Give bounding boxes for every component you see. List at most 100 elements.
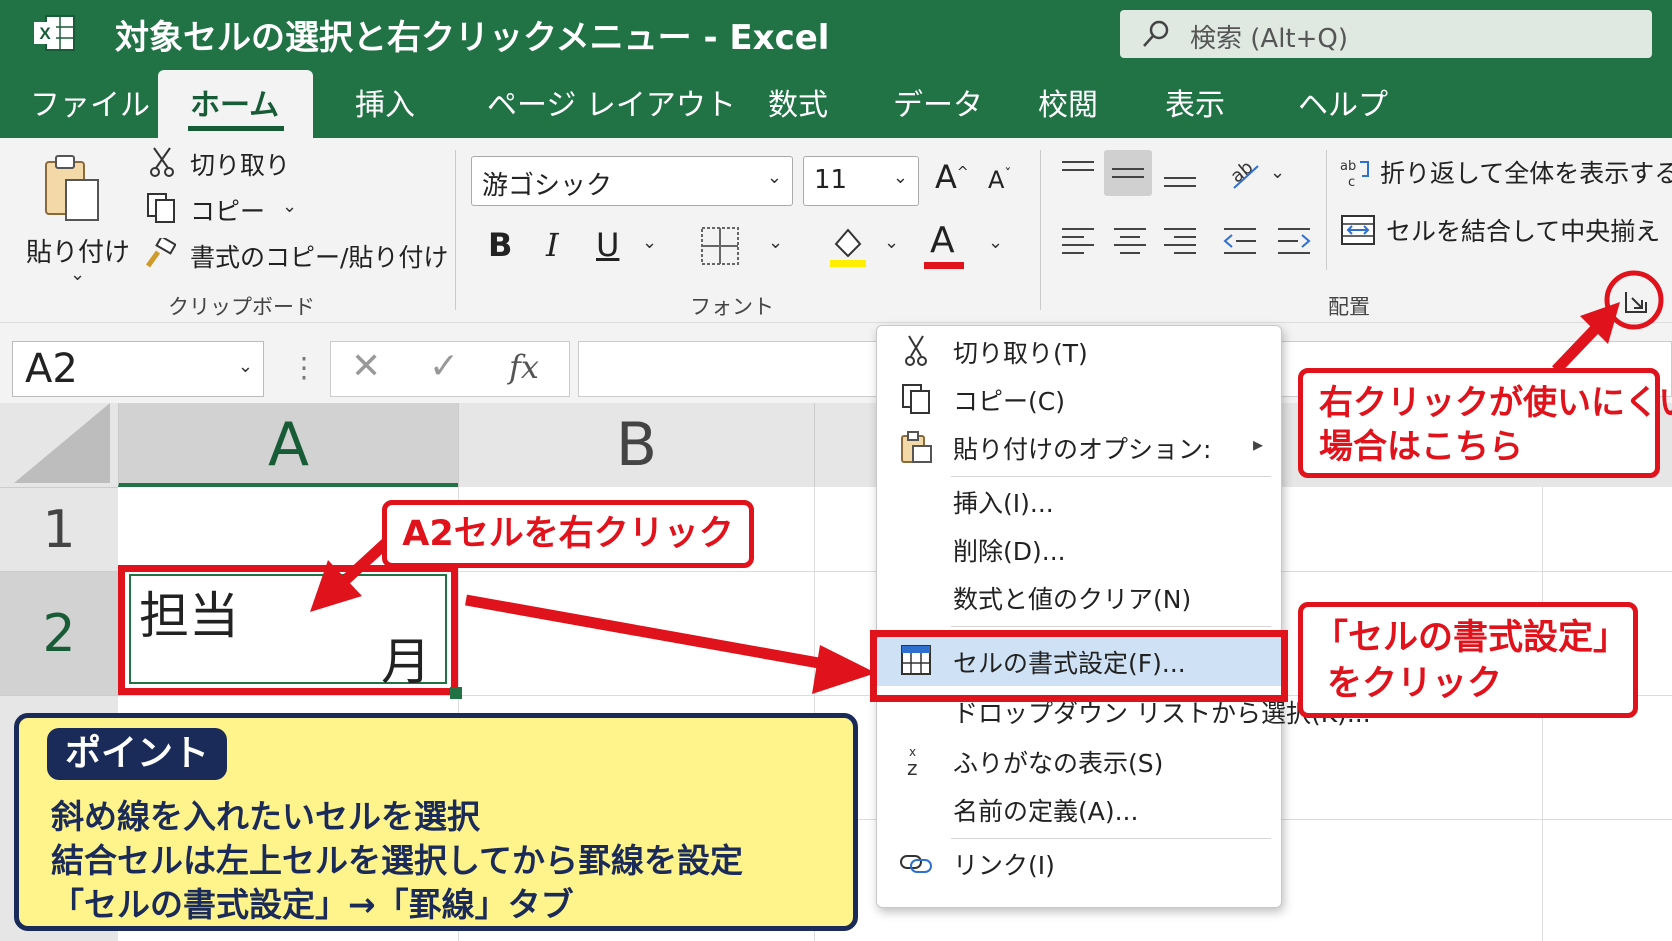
callout-click-a2-text: A2セルを右クリック (402, 514, 734, 554)
row-header-1[interactable]: 1 (0, 487, 118, 571)
menu-item-show-phonetic[interactable]: x z ふりがなの表示(S) (877, 738, 1281, 784)
cut-button[interactable]: 切り取り (190, 146, 290, 182)
tab-file[interactable]: ファイル (30, 80, 150, 124)
menu-item-delete[interactable]: 削除(D)... (877, 526, 1281, 572)
menu-item-paste-options[interactable]: 貼り付けのオプション: ▸ (877, 424, 1281, 470)
fill-color-dropdown-icon[interactable]: ⌄ (884, 232, 899, 253)
paste-button[interactable]: 貼り付け ⌄ (18, 150, 130, 290)
tab-data[interactable]: データ (893, 80, 983, 124)
copy-button[interactable]: コピー (190, 192, 265, 228)
tab-view[interactable]: 表示 (1165, 80, 1225, 124)
menu-separator (951, 626, 1271, 627)
insert-function-button[interactable]: fx (509, 348, 539, 386)
callout-right-click-hard-line1: 右クリックが使いにくい (1319, 383, 1672, 423)
ribbon-separator (455, 150, 456, 310)
cancel-icon[interactable]: ✕ (351, 346, 381, 387)
font-color-dropdown-icon[interactable]: ⌄ (988, 232, 1003, 253)
font-name-combo[interactable]: 游ゴシック ⌄ (471, 156, 793, 206)
svg-text:X: X (39, 24, 51, 43)
enter-icon[interactable]: ✓ (429, 346, 459, 387)
svg-text:z: z (907, 756, 918, 778)
search-placeholder: 検索 (Alt+Q) (1190, 24, 1349, 54)
menu-item-label: 数式と値のクリア(N) (953, 585, 1192, 614)
align-right-icon[interactable] (1162, 226, 1198, 256)
column-header-a[interactable]: A (118, 403, 458, 487)
select-all-triangle-icon (14, 403, 110, 483)
column-header-b[interactable]: B (458, 403, 814, 487)
tab-help[interactable]: ヘルプ (1298, 80, 1388, 124)
merge-center-button[interactable]: セルを結合して中央揃え (1386, 212, 1660, 248)
align-bottom-icon[interactable] (1162, 160, 1198, 190)
context-menu: 切り取り(T) コピー(C) 貼り付けのオプション: ▸ 挿入(I)... 削除… (876, 325, 1371, 908)
paste-dropdown-icon[interactable]: ⌄ (70, 264, 85, 285)
shrink-font-button[interactable]: Aˇ (988, 166, 1011, 194)
tab-formulas[interactable]: 数式 (768, 80, 828, 124)
search-icon (1143, 20, 1169, 47)
align-middle-button[interactable] (1104, 150, 1152, 196)
menu-item-insert[interactable]: 挿入(I)... (877, 478, 1281, 524)
orientation-dropdown-icon[interactable]: ⌄ (1270, 162, 1285, 183)
font-color-swatch (924, 262, 964, 269)
align-top-icon[interactable] (1060, 158, 1096, 188)
font-size-combo[interactable]: 11 ⌄ (803, 156, 919, 206)
search-box[interactable]: 検索 (Alt+Q) (1120, 10, 1652, 58)
align-left-icon[interactable] (1060, 226, 1096, 256)
cell-a2[interactable]: 担当 月 (118, 565, 462, 699)
fill-handle[interactable] (450, 687, 462, 699)
tab-home[interactable]: ホーム (190, 80, 279, 124)
tab-home-underline (188, 126, 284, 131)
callout-click-a2: A2セルを右クリック (382, 500, 754, 568)
row-header-2[interactable]: 2 (0, 571, 118, 695)
submenu-arrow-icon: ▸ (1252, 432, 1263, 456)
font-size-value: 11 (814, 165, 848, 195)
wrap-text-button[interactable]: 折り返して全体を表示する (1380, 154, 1672, 190)
menu-item-link[interactable]: リンク(I) (877, 840, 1281, 886)
fill-color-icon[interactable] (828, 224, 868, 268)
font-name-value: 游ゴシック (482, 171, 613, 201)
tab-insert[interactable]: 挿入 (355, 80, 415, 124)
align-middle-icon (1112, 168, 1144, 178)
format-painter-button[interactable]: 書式のコピー/貼り付け (190, 238, 448, 274)
menu-item-clear-contents[interactable]: 数式と値のクリア(N) (877, 574, 1281, 620)
bold-button[interactable]: B (488, 226, 512, 264)
italic-button[interactable]: I (546, 226, 559, 264)
underline-button[interactable]: U (596, 226, 619, 264)
menu-item-label: 貼り付けのオプション: (953, 435, 1212, 464)
merge-center-dropdown-icon[interactable]: ⌄ (1640, 216, 1655, 237)
menu-item-define-name[interactable]: 名前の定義(A)... (877, 786, 1281, 832)
increase-indent-icon[interactable] (1276, 226, 1312, 256)
menu-separator (951, 838, 1271, 839)
point-line-2: 結合セルは左上セルを選択してから罫線を設定 (51, 841, 744, 880)
chevron-down-icon: ⌄ (766, 167, 782, 188)
ribbon-separator (1040, 150, 1041, 310)
copy-icon (902, 384, 930, 414)
menu-item-cut[interactable]: 切り取り(T) (877, 328, 1281, 374)
formula-buttons: ✕ ✓ fx (330, 341, 570, 397)
decrease-indent-icon[interactable] (1222, 226, 1258, 256)
tab-page-layout[interactable]: ページ レイアウト (487, 80, 736, 124)
orientation-icon[interactable]: ab (1226, 156, 1262, 192)
chevron-down-icon: ⌄ (237, 356, 253, 377)
align-center-icon[interactable] (1112, 226, 1148, 256)
underline-dropdown-icon[interactable]: ⌄ (642, 232, 657, 253)
ribbon: 貼り付け ⌄ 切り取り コピー ⌄ 書式のコピー/貼り付け クリップボード 游ゴ… (0, 138, 1672, 323)
grow-font-button[interactable]: A^ (935, 158, 969, 196)
font-color-button[interactable]: A (930, 220, 955, 261)
alignment-dialog-launcher-icon[interactable] (1624, 290, 1648, 314)
merge-center-icon (1341, 215, 1375, 245)
copy-dropdown-icon[interactable]: ⌄ (282, 196, 297, 217)
borders-dropdown-icon[interactable]: ⌄ (768, 232, 783, 253)
clipboard-group-label: クリップボード (168, 295, 315, 319)
menu-item-copy[interactable]: コピー(C) (877, 376, 1281, 422)
format-painter-icon (145, 238, 176, 268)
title-bar: X 対象セルの選択と右クリックメニュー - Excel 検索 (Alt+Q) (0, 0, 1672, 64)
point-title: ポイント (47, 728, 228, 780)
scissors-icon (905, 335, 927, 366)
borders-icon[interactable] (700, 226, 740, 266)
callout-format-cells-line2: をクリック (1327, 664, 1503, 704)
grow-font-glyph: A (935, 158, 957, 196)
svg-text:c: c (1348, 175, 1355, 188)
select-all-corner[interactable] (0, 403, 118, 487)
name-box[interactable]: A2 ⌄ (12, 341, 264, 397)
tab-review[interactable]: 校閲 (1038, 80, 1098, 124)
